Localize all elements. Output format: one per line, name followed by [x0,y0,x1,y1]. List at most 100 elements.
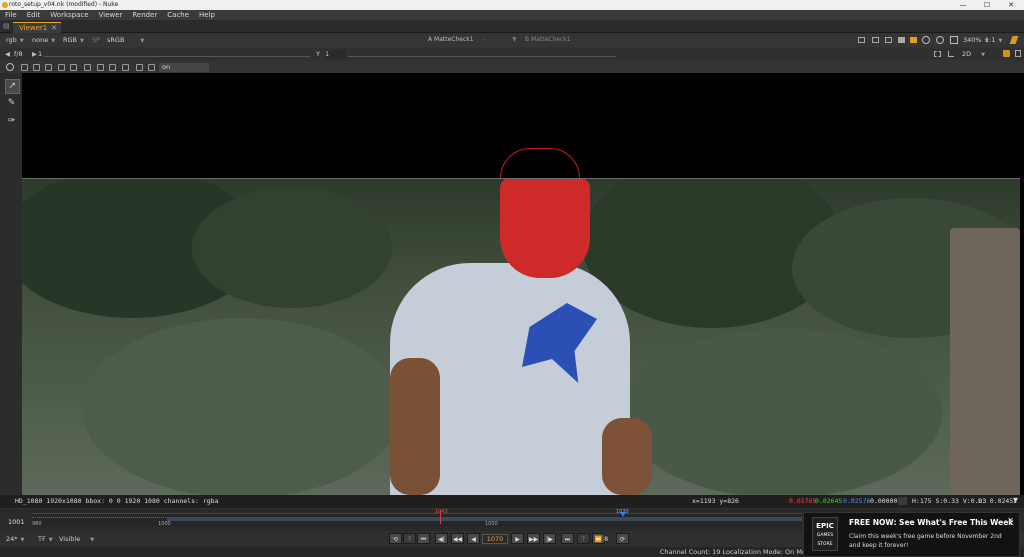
menu-help[interactable]: Help [199,11,215,19]
info-expand-icon[interactable]: ▼ [1013,496,1018,504]
pane-menu-icon[interactable]: ▤ [3,22,10,30]
gain-value: 1 [38,50,43,58]
gain-slider[interactable] [44,50,310,57]
next-keyframe-button[interactable]: |▶ [543,533,556,544]
epic-games-logo: EPIC GAMES STORE [812,517,838,551]
refresh-icon[interactable] [922,36,930,44]
roto-matte-head [500,178,590,278]
play-forward-button[interactable]: ▶ [511,533,524,544]
select-curves-icon[interactable] [45,64,52,71]
pixel-hsv-value: H:175 S:0.33 V:0.03 [912,497,987,505]
bbox-toggle-icon[interactable] [97,64,104,71]
alpha-dropdown[interactable]: none ▼ [32,36,55,45]
range-visibility-dropdown[interactable]: Visible ▼ [59,535,94,544]
guides-icon[interactable] [948,51,954,57]
viewer-canvas[interactable] [22,73,1024,495]
bbox-icon[interactable] [934,51,941,57]
display-channel-dropdown[interactable]: RGB ▼ [63,36,84,45]
colorspace-dropdown[interactable]: sRGB ▼ [107,36,144,45]
loop-mode-button[interactable]: ⟳ [616,533,629,544]
feather-icon[interactable] [70,64,77,71]
select-all-icon[interactable] [21,64,28,71]
proxy-icon[interactable] [872,37,879,43]
toast-body: Claim this week's free game before Novem… [849,533,1002,549]
label-toggle-icon[interactable] [136,64,143,71]
timeline-start-field[interactable]: 1001 [8,518,25,526]
stop-button[interactable]: ? [577,533,590,544]
roto-selection-dropdown[interactable]: on selection▼ [159,63,209,80]
select-tool-icon[interactable]: ➚ [5,79,20,94]
toast-title: FREE NOW: See What's Free This Week [849,518,1014,527]
pixel-blue-value: 0.02576 [843,497,871,505]
gamma-slider[interactable] [348,50,616,57]
gamma-field[interactable]: 1 [325,50,345,59]
toast-close-icon[interactable]: ✕ [1007,516,1014,525]
points-toggle-icon[interactable] [109,64,116,71]
menu-viewer[interactable]: Viewer [99,11,123,19]
onion-skin-icon[interactable] [148,64,155,71]
increment-field[interactable]: 8 [604,535,608,543]
menu-file[interactable]: File [5,11,17,19]
viewer-info-bar: HD_1080 1920x1080 bbox: 0 0 1920 1080 ch… [0,495,1024,508]
prev-keyframe-button[interactable]: ◀| [435,533,448,544]
fstop-field[interactable]: f/8 [14,50,23,59]
last-frame-button[interactable]: ⏭ [561,533,574,544]
menu-edit[interactable]: Edit [27,11,41,19]
fps-dropdown[interactable]: 24* ▼ [6,535,24,544]
tab-viewer1[interactable]: Viewer1 ✕ [13,22,61,33]
play-backward-button[interactable]: ◀ [467,533,480,544]
person-arm-left [390,358,440,495]
tab-close-icon[interactable]: ✕ [51,24,57,32]
tangent-toggle-icon[interactable] [122,64,129,71]
maximize-button[interactable]: ☐ [975,0,999,10]
next-increment-button[interactable]: ▶▶ [527,533,540,544]
first-frame-button[interactable]: ⏮ [417,533,430,544]
current-frame-field[interactable]: 1070 [482,534,508,544]
menu-cache[interactable]: Cache [167,11,189,19]
pixel-green-value: 0.02645 [815,497,843,505]
fstop-arrow-icon[interactable]: ◀ [5,50,10,59]
record-button[interactable]: ? [403,533,416,544]
select-points-icon[interactable] [33,64,40,71]
minimize-button[interactable]: — [951,0,975,10]
pause-icon[interactable] [936,36,944,44]
overlay-icon[interactable] [898,37,905,43]
view-mode-dropdown[interactable]: 2D ▼ [962,50,985,59]
fstop-right-arrow-icon[interactable]: ▶ [32,50,37,59]
roi-icon[interactable] [858,37,865,43]
bezier-tool-icon[interactable]: ✑ [5,115,18,128]
ab-compare-mode[interactable]: - ▼ [482,36,517,45]
plate-image [22,178,1020,495]
tick-label-980: 980 [32,521,42,527]
timeline-track[interactable]: 1043 1070 980 1000 1050 [32,509,802,527]
menu-render[interactable]: Render [132,11,157,19]
channels-dropdown[interactable]: rgb ▼ [6,36,24,45]
clip-warning-icon[interactable] [885,37,892,43]
pixel-alpha-value: 0.00000 [870,497,898,505]
loop-back-button[interactable]: ⟲ [389,533,402,544]
wipe-icon[interactable] [1003,50,1010,57]
tf-dropdown[interactable]: TF ▼ [38,535,53,544]
tab-viewer1-label: Viewer1 [19,24,48,32]
a-input-selector[interactable]: A MatteCheck1 [428,36,474,45]
lut-icon[interactable] [910,37,917,43]
transform-icon[interactable] [58,64,65,71]
roto-shape-outline[interactable] [500,148,580,179]
close-window-button[interactable]: ✕ [999,0,1023,10]
lock-icon[interactable] [84,64,91,71]
snapshot-icon[interactable] [950,36,958,44]
pixel-ratio-dropdown[interactable]: 1:1 ▼ [985,36,1002,45]
title-bar: roto_setup_v04.nk (modified) - Nuke — ☐ … [0,0,1024,10]
sp-toggle[interactable]: SP [92,36,100,45]
menu-workspace[interactable]: Workspace [50,11,88,19]
notification-toast[interactable]: EPIC GAMES STORE FREE NOW: See What's Fr… [803,512,1020,557]
settings-icon[interactable] [1015,50,1021,57]
add-points-tool-icon[interactable]: ✎ [5,97,18,110]
in-point-label: 1043 [435,509,448,515]
window-title: roto_setup_v04.nk (modified) - Nuke [9,1,119,8]
roto-settings-icon[interactable] [6,63,14,71]
b-input-selector[interactable]: B MatteCheck1 [525,36,571,45]
pixel-luminance-value: L: 0.02452 [978,497,1018,505]
prev-increment-button[interactable]: ◀◀ [451,533,464,544]
stone-pillar [950,228,1020,495]
